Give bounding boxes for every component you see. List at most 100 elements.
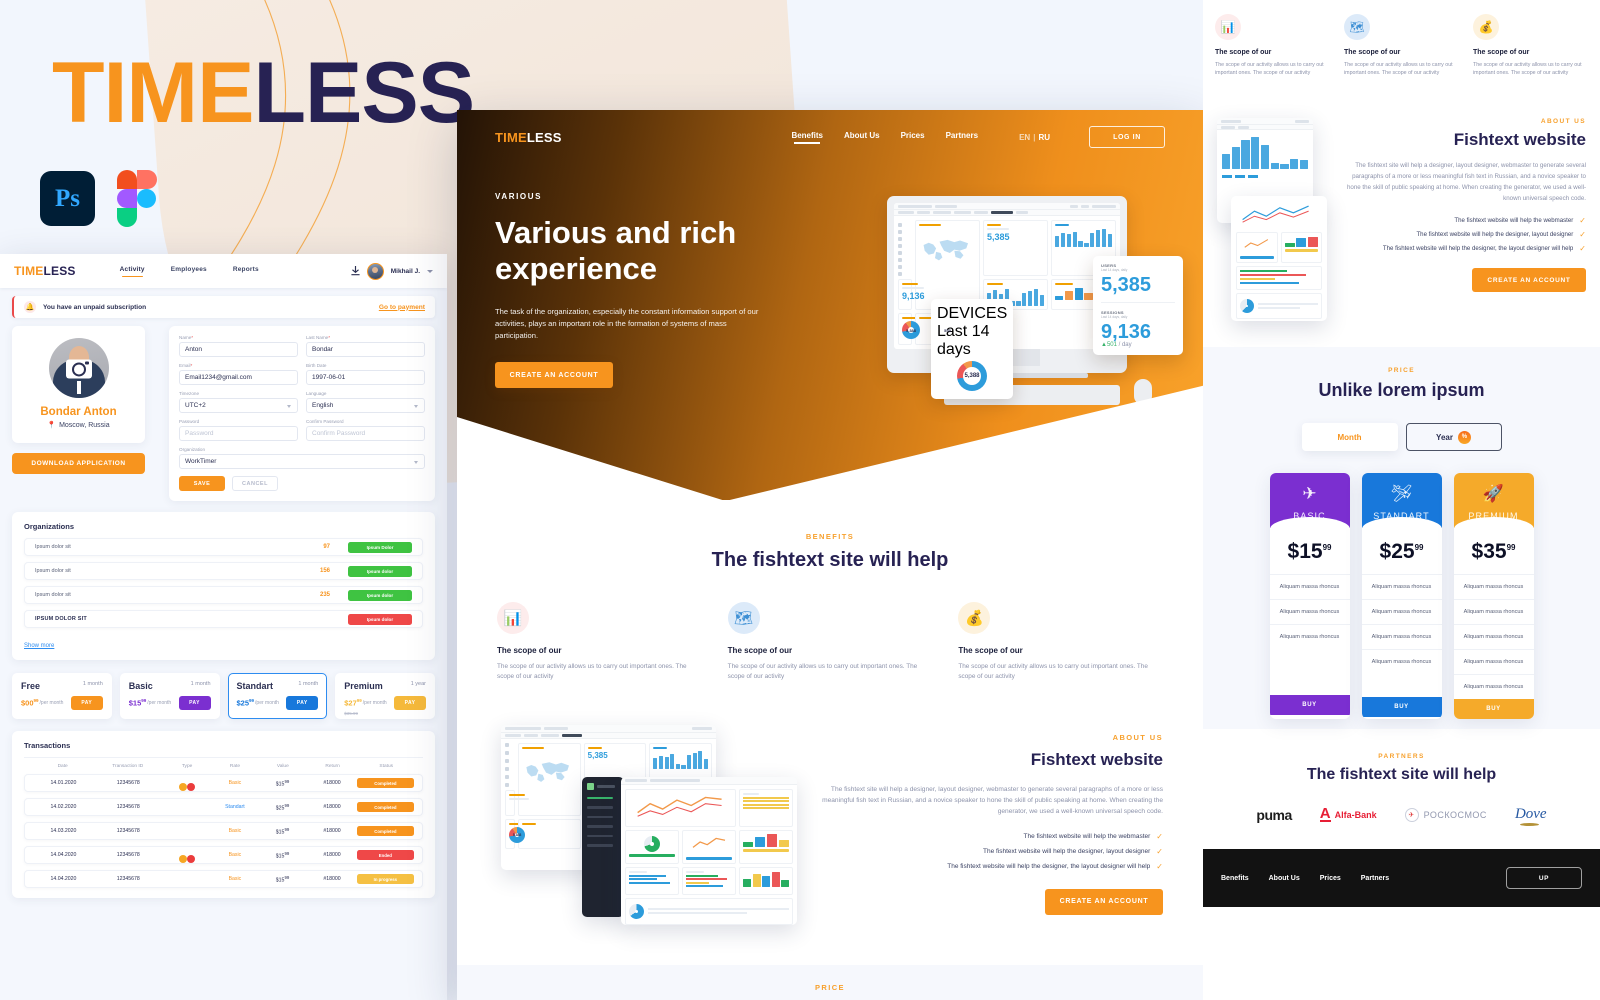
dashboard-logo[interactable]: TIMELESS <box>14 264 76 278</box>
toggle-month[interactable]: Month <box>1301 423 1398 451</box>
pay-button[interactable]: PAY <box>178 696 211 710</box>
field-last-name-label: Last Name* <box>306 335 331 340</box>
discount-flame-icon: % <box>1457 430 1471 444</box>
field-language-label: Language <box>306 391 327 396</box>
plan-unit: /per month <box>147 700 172 706</box>
confirm-password-input[interactable]: Confirm Password <box>306 426 425 441</box>
email-input[interactable]: Email1234@gmail.com <box>179 370 298 385</box>
coins-icon: 💰 <box>958 602 991 634</box>
language-switcher[interactable]: EN | RU <box>1019 133 1050 142</box>
cell-rate: Standart <box>225 804 245 810</box>
buy-button[interactable]: BUY <box>1453 699 1534 719</box>
nav-item-activity[interactable]: Activity <box>120 266 145 277</box>
pricing-card-label: STANDART <box>1373 511 1430 521</box>
buy-button[interactable]: BUY <box>1361 697 1442 717</box>
table-row[interactable]: Ipsum dolor sit 97 Ipsum Dolor <box>24 538 423 556</box>
pay-button[interactable]: PAY <box>286 696 319 710</box>
nav-prices[interactable]: Prices <box>901 131 925 144</box>
go-to-payment-link[interactable]: Go to payment <box>379 304 425 311</box>
alert-text: You have an unpaid subscription <box>43 303 147 311</box>
landing-logo-second: LESS <box>526 129 562 145</box>
nav-partners[interactable]: Partners <box>946 131 978 144</box>
table-row[interactable]: IPSUM DOLOR SIT Ipsum dolor <box>24 610 423 628</box>
lang-en[interactable]: EN <box>1019 133 1030 142</box>
cell-return: #18000 <box>323 876 341 882</box>
table-row[interactable]: 14.04.2020 12345678 Basic $1599 #18000 E… <box>24 846 423 864</box>
table-row[interactable]: 14.02.2020 12345678 Standart $2599 #1800… <box>24 798 423 816</box>
about-check-text: The fishtext website will help the webma… <box>1023 832 1151 840</box>
chevron-down-icon[interactable] <box>427 269 433 273</box>
footer-link-prices[interactable]: Prices <box>1320 875 1341 882</box>
landing-page-window: TIMELESS Benefits About Us Prices Partne… <box>457 110 1203 1000</box>
plan-card-premium[interactable]: Premium 1 year $2799 /per month PAY $35.… <box>335 673 435 719</box>
table-row[interactable]: Ipsum dolor sit 156 Ipsum dolor <box>24 562 423 580</box>
password-input[interactable]: Password <box>179 426 298 441</box>
buy-button[interactable]: BUY <box>1269 695 1350 715</box>
create-account-button[interactable]: CREATE AN ACCOUNT <box>1045 888 1163 915</box>
presentation-title: TIMELESS <box>52 50 475 136</box>
plan-card-standart[interactable]: Standart 1 month $2599 /per month PAY <box>227 673 328 719</box>
nav-item-reports[interactable]: Reports <box>233 266 259 276</box>
pricing-card-standart[interactable]: 🛩 STANDART $2599 Aliquam massa rhoncus A… <box>1361 473 1442 719</box>
about-eyebrow: ABOUT US <box>1112 732 1163 742</box>
cell-date: 14.02.2020 <box>50 804 77 810</box>
plan-card-basic[interactable]: Basic 1 month $1599 /per month PAY <box>119 673 220 719</box>
about-check-item: The fishtext website will help the desig… <box>1337 244 1586 253</box>
footer-link-partners[interactable]: Partners <box>1361 875 1389 882</box>
cancel-button[interactable]: CANCEL <box>232 476 278 491</box>
table-row[interactable]: Ipsum dolor sit 235 Ipsum dolor <box>24 586 423 604</box>
footer-link-benefits[interactable]: Benefits <box>1221 875 1249 882</box>
timezone-select[interactable]: UTC+2 <box>179 398 298 413</box>
about-check-text: The fishtext website will help the desig… <box>1382 245 1574 253</box>
show-more-link[interactable]: Show more <box>24 643 54 649</box>
pay-button[interactable]: PAY <box>70 696 103 710</box>
nav-benefits[interactable]: Benefits <box>791 131 823 144</box>
create-account-button[interactable]: CREATE AN ACCOUNT <box>1472 268 1586 293</box>
table-row[interactable]: 14.01.2020 12345678 Basic $1599 #18000 C… <box>24 774 423 792</box>
birth-date-input[interactable]: 1997-06-01 <box>306 370 425 385</box>
plan-card-free[interactable]: Free 1 month $0099 /per month PAY <box>12 673 112 719</box>
about-check-item: The fishtext website will help the desig… <box>813 847 1163 856</box>
about-check-text: The fishtext website will help the desig… <box>983 847 1151 855</box>
create-account-button[interactable]: CREATE AN ACCOUNT <box>495 362 613 389</box>
pricing-feature: Aliquam massa rhoncus <box>1269 599 1350 624</box>
cell-rate: Basic <box>228 780 242 786</box>
dashboard-topbar: TIMELESS Activity Employees Reports Mikh… <box>0 254 447 288</box>
profile-avatar[interactable] <box>48 338 109 398</box>
table-row[interactable]: 14.03.2020 12345678 Basic $1599 #18000 C… <box>24 822 423 840</box>
download-icon[interactable] <box>351 266 360 276</box>
last-name-input[interactable]: Bondar <box>306 342 425 357</box>
download-application-button[interactable]: DOWNLOAD APPLICATION <box>12 453 145 474</box>
column-header-value: Value <box>276 764 289 769</box>
dashboard-user-menu[interactable]: Mikhail J. <box>351 262 433 280</box>
benefit-heading: The scope of our <box>958 646 1023 655</box>
pricing-card-price: $1599 <box>1287 540 1332 563</box>
language-select[interactable]: English <box>306 398 425 413</box>
lang-ru[interactable]: RU <box>1038 133 1050 142</box>
pricing-card-premium[interactable]: 🚀 PREMIUM $3599 Aliquam massa rhoncus Al… <box>1453 473 1534 719</box>
transactions-title: Transactions <box>24 741 71 750</box>
organization-count: 156 <box>319 568 330 574</box>
landing-logo[interactable]: TIMELESS <box>495 130 562 145</box>
name-input[interactable]: Anton <box>179 342 298 357</box>
about-paragraph: The fishtext site will help a designer, … <box>822 785 1163 816</box>
footer-link-about-us[interactable]: About Us <box>1269 875 1300 882</box>
pay-button[interactable]: PAY <box>394 696 426 710</box>
table-row[interactable]: 14.04.2020 12345678 Basic $1599 #18000 I… <box>24 870 423 888</box>
landing-navbar: TIMELESS Benefits About Us Prices Partne… <box>457 110 1203 148</box>
login-button[interactable]: LOG IN <box>1089 126 1165 148</box>
column-header-status: Status <box>379 764 394 769</box>
scroll-up-button[interactable]: UP <box>1506 867 1582 889</box>
nav-item-employees[interactable]: Employees <box>171 266 207 276</box>
organization-name: Ipsum dolor sit <box>35 592 71 598</box>
plan-period: 1 month <box>298 681 319 687</box>
save-button[interactable]: SAVE <box>179 476 225 491</box>
organization-select[interactable]: WorkTimer <box>179 454 425 469</box>
nav-about-us[interactable]: About Us <box>844 131 880 144</box>
pricing-feature: Aliquam massa rhoncus <box>1361 599 1442 624</box>
benefits-title: The fishtext site will help <box>711 549 949 571</box>
pricing-card-basic[interactable]: ✈ BASIC $1599 Aliquam massa rhoncus Aliq… <box>1269 473 1350 719</box>
benefits-section: BENEFITS The fishtext site will help 📊 T… <box>457 500 1203 683</box>
toggle-year[interactable]: Year % <box>1405 423 1502 451</box>
benefit-body: The scope of our activity allows us to c… <box>958 663 1148 681</box>
